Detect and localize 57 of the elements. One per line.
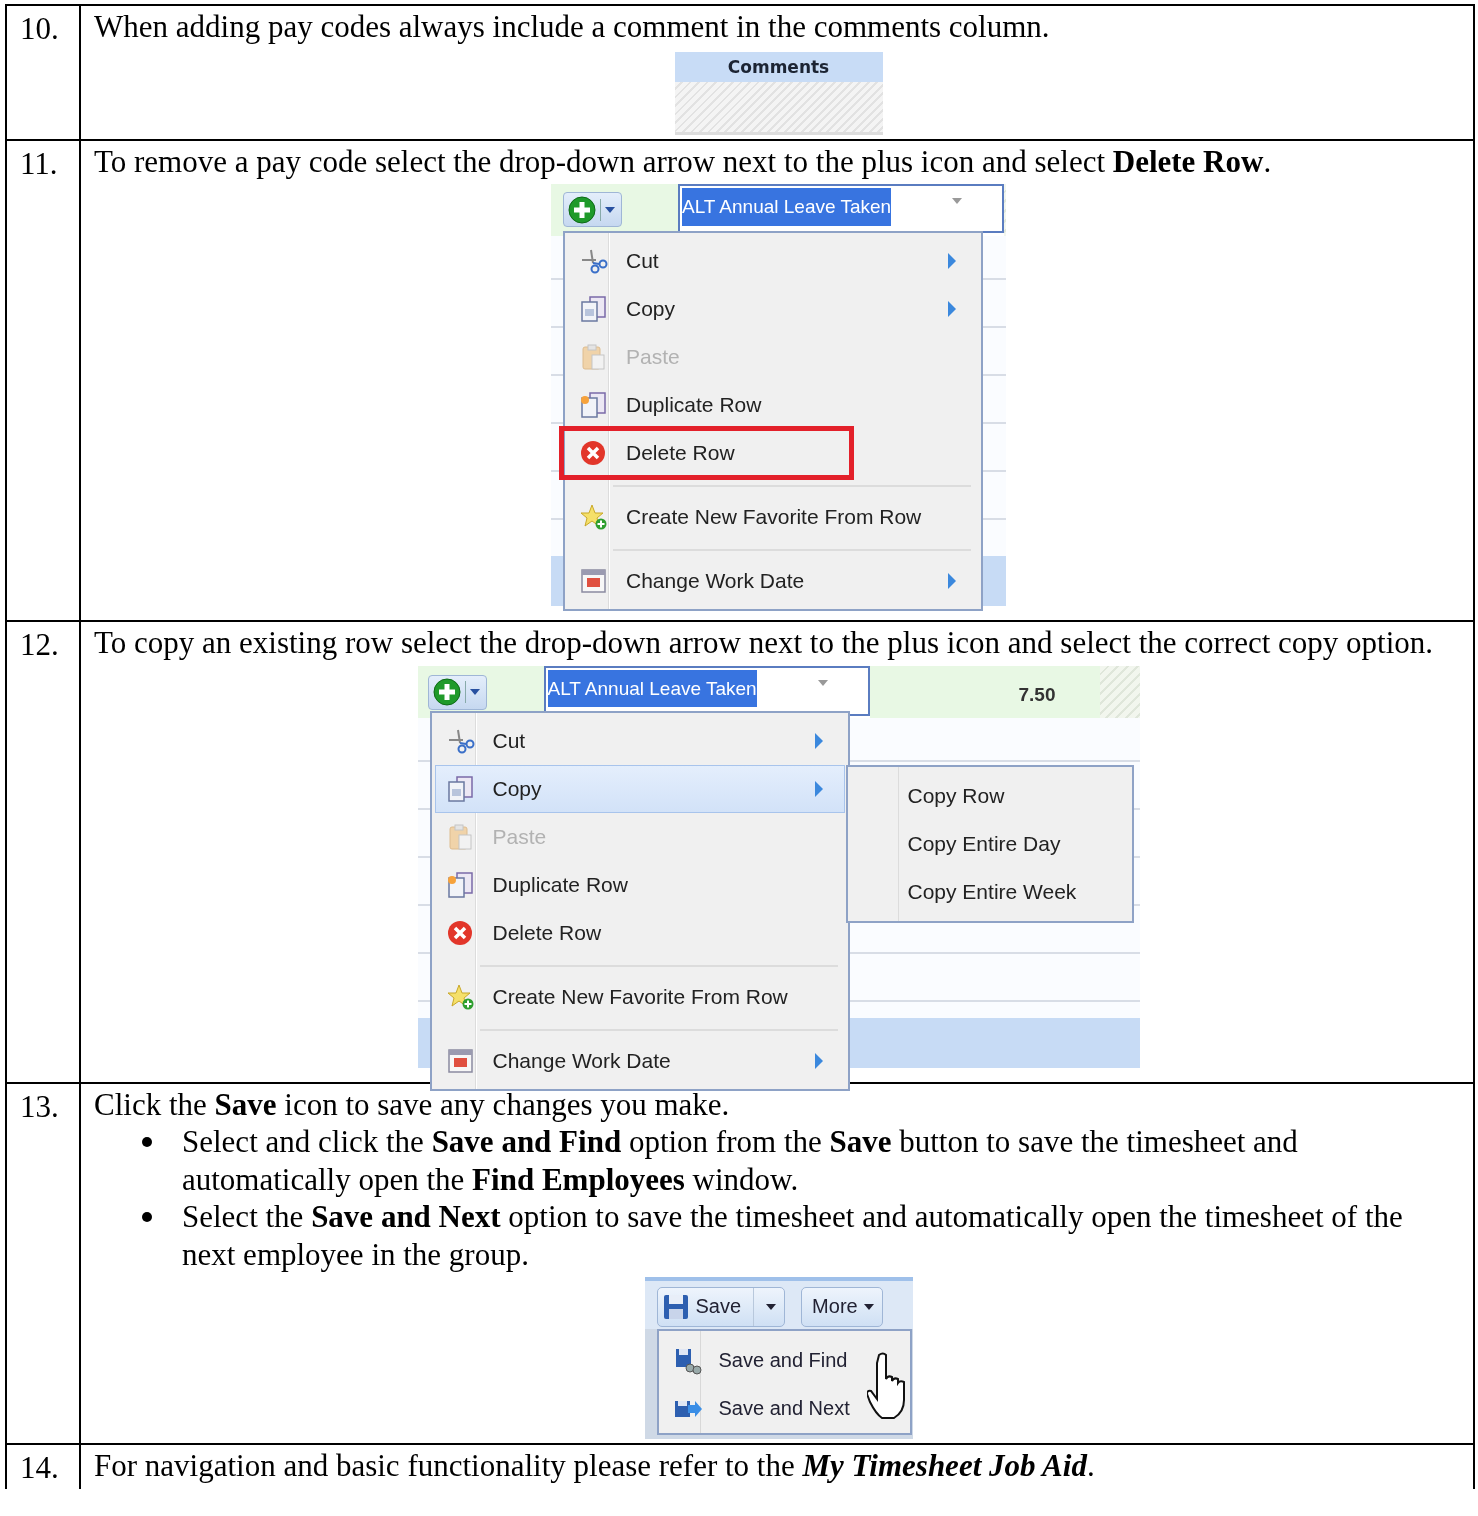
menu-item[interactable]: Save and Find [658, 1337, 910, 1385]
bullet-text: Select the Save and Next option to save the timesheet and automatically open the timesheet of the next employee in the group. [182, 1198, 1404, 1273]
column-header[interactable]: Comments [674, 51, 883, 82]
calendar-icon [445, 1046, 476, 1075]
submenu-arrow-icon [947, 572, 957, 590]
caret-icon [952, 198, 962, 204]
pay-code-field[interactable]: ALT Annual Leave Taken [678, 184, 1004, 233]
caret-icon [766, 1304, 777, 1310]
scissors-icon [579, 247, 609, 275]
caret-icon [605, 206, 615, 213]
star-plus-icon [445, 982, 476, 1011]
menu-item[interactable]: Copy [568, 285, 978, 333]
documents-icon [579, 295, 609, 323]
menu-item[interactable]: Copy Entire Day [847, 819, 1132, 868]
step-text: When adding pay codes always include a comment in the comments column. [94, 8, 1051, 46]
add-row-button[interactable] [563, 192, 622, 227]
step-number: 14. [7, 1445, 81, 1489]
caret-icon [863, 1304, 874, 1310]
documents-icon [579, 391, 609, 419]
submenu-arrow-icon [813, 779, 824, 798]
submenu-arrow-icon [947, 252, 957, 270]
step-number: 13. [7, 1083, 81, 1443]
menu-item[interactable]: Cut [434, 716, 845, 765]
star-plus-icon [579, 503, 609, 531]
menu-item[interactable]: Copy Row [847, 771, 1132, 820]
step-text: For navigation and basic functionality please refer to the My Timesheet Job Aid. [94, 1447, 1096, 1485]
menu-item[interactable]: Duplicate Row [434, 860, 845, 909]
bullet-icon [142, 1212, 152, 1222]
bullet-icon [142, 1137, 152, 1147]
menu-item[interactable]: Save and Next [658, 1385, 910, 1433]
menu-item[interactable]: Copy [434, 764, 845, 813]
bullet-text: Select and click the Save and Find option from the Save button to save the timesheet and automatically open the Find Employees window. [182, 1123, 1299, 1198]
documents-icon [445, 870, 476, 899]
documents-icon [445, 774, 476, 803]
save-button[interactable]: Save [656, 1287, 786, 1327]
step-number: 10. [7, 6, 81, 139]
step-text: Click the Save icon to save any changes you make. [94, 1085, 731, 1123]
add-row-button[interactable] [427, 674, 487, 710]
menu-item[interactable]: Duplicate Row [568, 381, 978, 429]
step-number: 12. [7, 622, 81, 1082]
menu-item[interactable]: Delete Row [434, 908, 845, 957]
caret-icon [817, 679, 828, 686]
menu-item[interactable]: Copy Entire Week [847, 867, 1132, 916]
step-text: To copy an existing row select the drop-down arrow next to the plus icon and select the correct copy option. [94, 624, 1435, 662]
step-number: 11. [7, 140, 81, 620]
more-button[interactable]: More [801, 1287, 883, 1327]
plus-icon [568, 195, 596, 224]
plus-icon [432, 678, 461, 706]
menu-item[interactable]: Cut [568, 237, 978, 285]
submenu-arrow-icon [813, 1051, 824, 1070]
step-text: To remove a pay code select the drop-down arrow next to the plus icon and select Delete Row. [94, 142, 1273, 180]
caret-icon [469, 689, 480, 695]
submenu-arrow-icon [947, 300, 957, 318]
submenu-arrow-icon [813, 731, 824, 750]
calendar-icon [579, 567, 609, 595]
hours-cell: 7.50 [869, 665, 1100, 718]
pay-code-field[interactable]: ALT Annual Leave Taken [543, 665, 870, 716]
